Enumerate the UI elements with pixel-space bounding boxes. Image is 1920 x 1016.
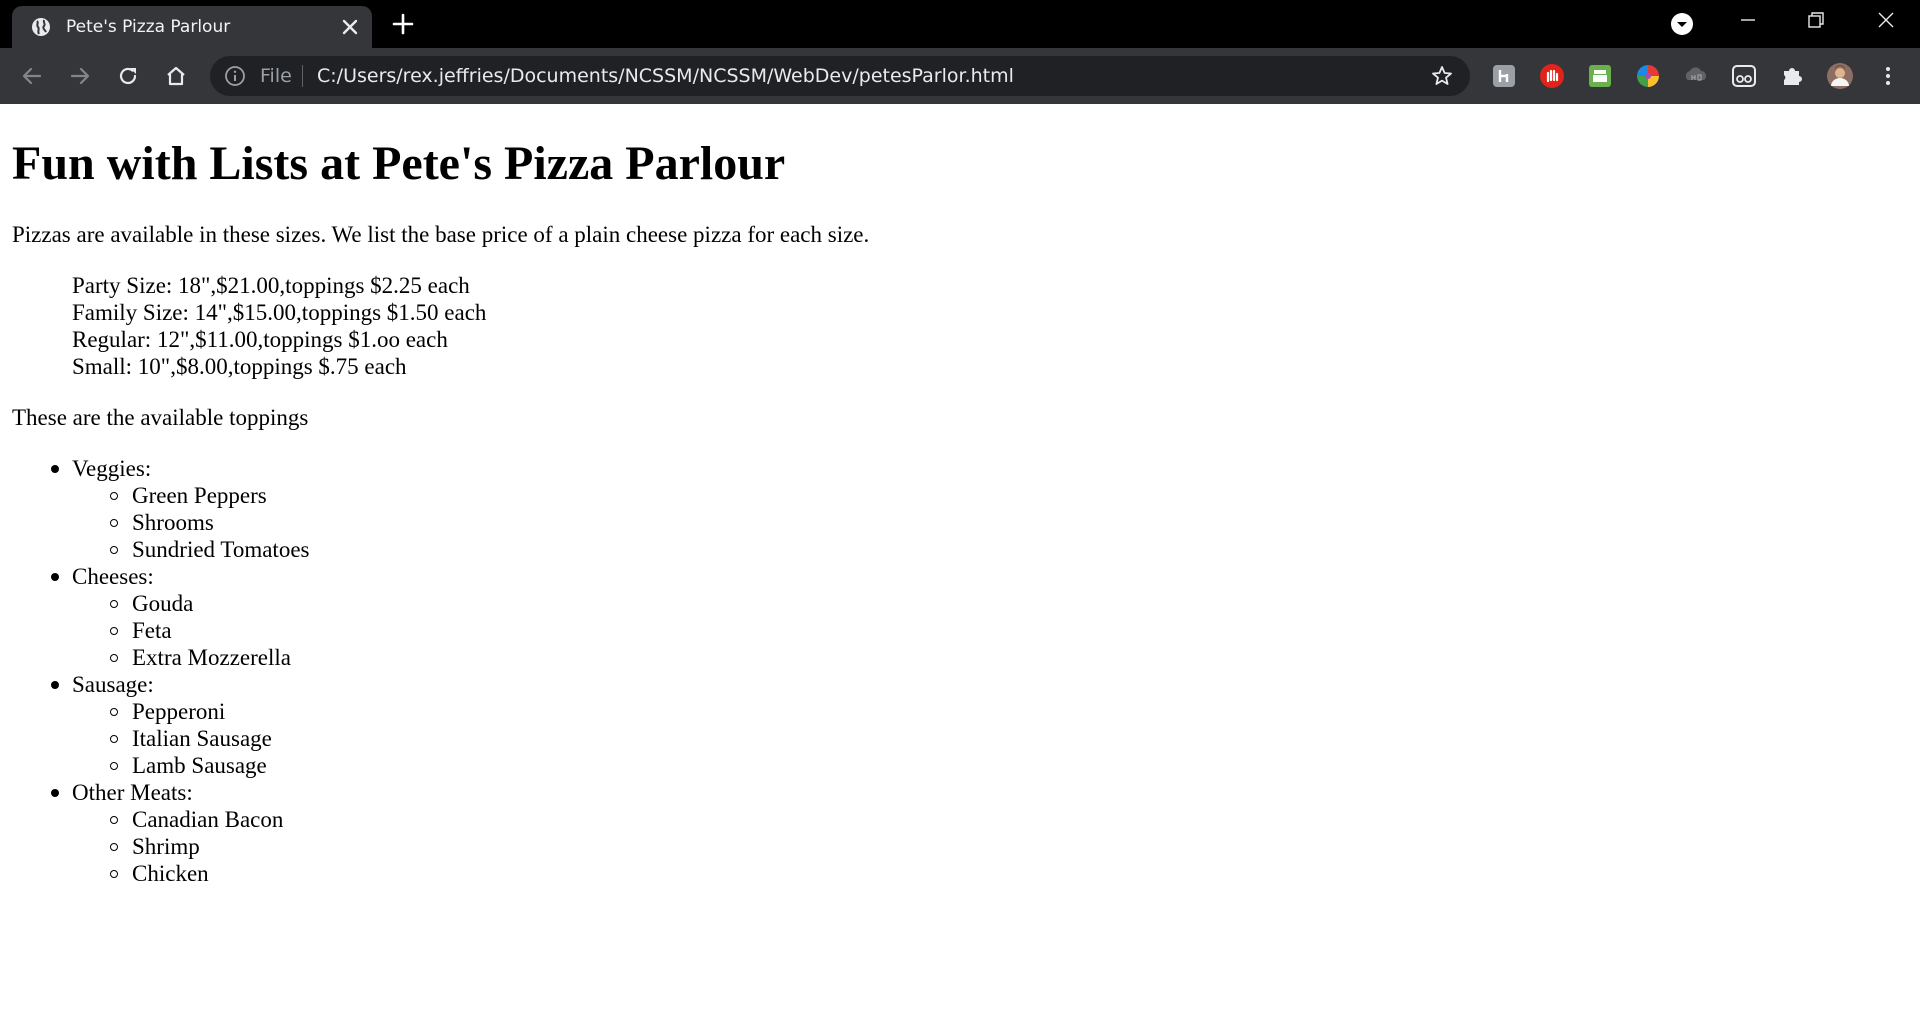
home-icon[interactable] bbox=[160, 60, 192, 92]
topping-category: Veggies: Green Peppers Shrooms Sundried … bbox=[12, 455, 309, 563]
category-label: Sausage: bbox=[72, 672, 154, 697]
disc-bullet bbox=[51, 681, 59, 689]
circle-bullet bbox=[110, 492, 118, 500]
url-text[interactable]: C:/Users/rex.jeffries/Documents/NCSSM/NC… bbox=[317, 65, 1014, 87]
profile-avatar[interactable] bbox=[1826, 62, 1854, 90]
topping-item: Italian Sausage bbox=[72, 725, 309, 752]
circle-bullet bbox=[110, 735, 118, 743]
topping-item: Lamb Sausage bbox=[72, 752, 309, 779]
topping-item: Shrimp bbox=[72, 833, 309, 860]
circle-bullet bbox=[110, 870, 118, 878]
bookmark-star-icon[interactable] bbox=[1430, 64, 1454, 88]
topping-sublist: Gouda Feta Extra Mozzerella bbox=[72, 590, 309, 671]
size-entry: Small: 10",$8.00,toppings $.75 each bbox=[72, 354, 407, 379]
circle-bullet bbox=[110, 627, 118, 635]
minimize-window-icon[interactable] bbox=[1714, 0, 1782, 40]
color-wheel-extension-icon[interactable] bbox=[1634, 62, 1662, 90]
topping-category: Sausage: Pepperoni Italian Sausage Lamb … bbox=[12, 671, 309, 779]
topping-category: Cheeses: Gouda Feta Extra Mozzerella bbox=[12, 563, 309, 671]
cloudhq-extension-icon[interactable] bbox=[1682, 62, 1710, 90]
topping-item: Chicken bbox=[72, 860, 309, 887]
topping-item: Feta bbox=[72, 617, 309, 644]
category-label: Cheeses: bbox=[72, 564, 154, 589]
topping-item: Green Peppers bbox=[72, 482, 309, 509]
puzzle-extensions-icon[interactable] bbox=[1778, 62, 1806, 90]
circle-bullet bbox=[110, 843, 118, 851]
more-menu-icon[interactable] bbox=[1874, 62, 1902, 90]
back-arrow-icon[interactable] bbox=[16, 60, 48, 92]
size-entry: Family Size: 14",$15.00,toppings $1.50 e… bbox=[72, 300, 487, 325]
size-entry: Regular: 12",$11.00,toppings $1.oo each bbox=[72, 327, 448, 352]
topping-sublist: Green Peppers Shrooms Sundried Tomatoes bbox=[72, 482, 309, 563]
page-title: Fun with Lists at Pete's Pizza Parlour bbox=[12, 137, 786, 190]
reader-glasses-extension-icon[interactable] bbox=[1730, 62, 1758, 90]
info-icon[interactable] bbox=[224, 65, 246, 87]
category-label: Other Meats: bbox=[72, 780, 193, 805]
circle-bullet bbox=[110, 654, 118, 662]
disc-bullet bbox=[51, 465, 59, 473]
new-tab-icon[interactable] bbox=[390, 11, 416, 37]
topping-item: Sundried Tomatoes bbox=[72, 536, 309, 563]
topping-category: Other Meats: Canadian Bacon Shrimp Chick… bbox=[12, 779, 309, 887]
category-label: Veggies: bbox=[72, 456, 152, 481]
topping-item: Gouda bbox=[72, 590, 309, 617]
circle-bullet bbox=[110, 600, 118, 608]
extension-h-icon[interactable] bbox=[1490, 62, 1518, 90]
browser-titlebar: Pete's Pizza Parlour bbox=[0, 0, 1920, 48]
address-bar[interactable]: File C:/Users/rex.jeffries/Documents/NCS… bbox=[210, 56, 1470, 96]
topping-item: Shrooms bbox=[72, 509, 309, 536]
reload-icon[interactable] bbox=[112, 60, 144, 92]
topping-item: Extra Mozzerella bbox=[72, 644, 309, 671]
adblock-hand-icon[interactable] bbox=[1538, 62, 1566, 90]
circle-bullet bbox=[110, 708, 118, 716]
toppings-list: Veggies: Green Peppers Shrooms Sundried … bbox=[12, 455, 309, 887]
printer-extension-icon[interactable] bbox=[1586, 62, 1614, 90]
close-tab-icon[interactable] bbox=[338, 15, 362, 39]
topping-sublist: Pepperoni Italian Sausage Lamb Sausage bbox=[72, 698, 309, 779]
globe-icon bbox=[31, 17, 51, 37]
disc-bullet bbox=[51, 789, 59, 797]
circle-bullet bbox=[110, 816, 118, 824]
browser-toolbar: File C:/Users/rex.jeffries/Documents/NCS… bbox=[0, 48, 1920, 104]
circle-bullet bbox=[110, 762, 118, 770]
topping-item: Canadian Bacon bbox=[72, 806, 309, 833]
toppings-intro-text: These are the available toppings bbox=[12, 405, 309, 430]
circle-bullet bbox=[110, 519, 118, 527]
sizes-intro-text: Pizzas are available in these sizes. We … bbox=[12, 222, 870, 247]
url-separator bbox=[302, 65, 303, 87]
tab-search-icon[interactable] bbox=[1669, 11, 1695, 37]
url-scheme-label: File bbox=[260, 65, 292, 87]
pizza-sizes-list: Party Size: 18",$21.00,toppings $2.25 ea… bbox=[72, 272, 486, 380]
restore-window-icon[interactable] bbox=[1782, 0, 1850, 40]
forward-arrow-icon[interactable] bbox=[64, 60, 96, 92]
browser-tab[interactable]: Pete's Pizza Parlour bbox=[12, 6, 372, 48]
topping-sublist: Canadian Bacon Shrimp Chicken bbox=[72, 806, 309, 887]
topping-item: Pepperoni bbox=[72, 698, 309, 725]
disc-bullet bbox=[51, 573, 59, 581]
close-window-icon[interactable] bbox=[1852, 0, 1920, 40]
circle-bullet bbox=[110, 546, 118, 554]
size-entry: Party Size: 18",$21.00,toppings $2.25 ea… bbox=[72, 273, 470, 298]
page-content: Fun with Lists at Pete's Pizza Parlour P… bbox=[0, 104, 1920, 1016]
tab-title: Pete's Pizza Parlour bbox=[66, 17, 231, 37]
